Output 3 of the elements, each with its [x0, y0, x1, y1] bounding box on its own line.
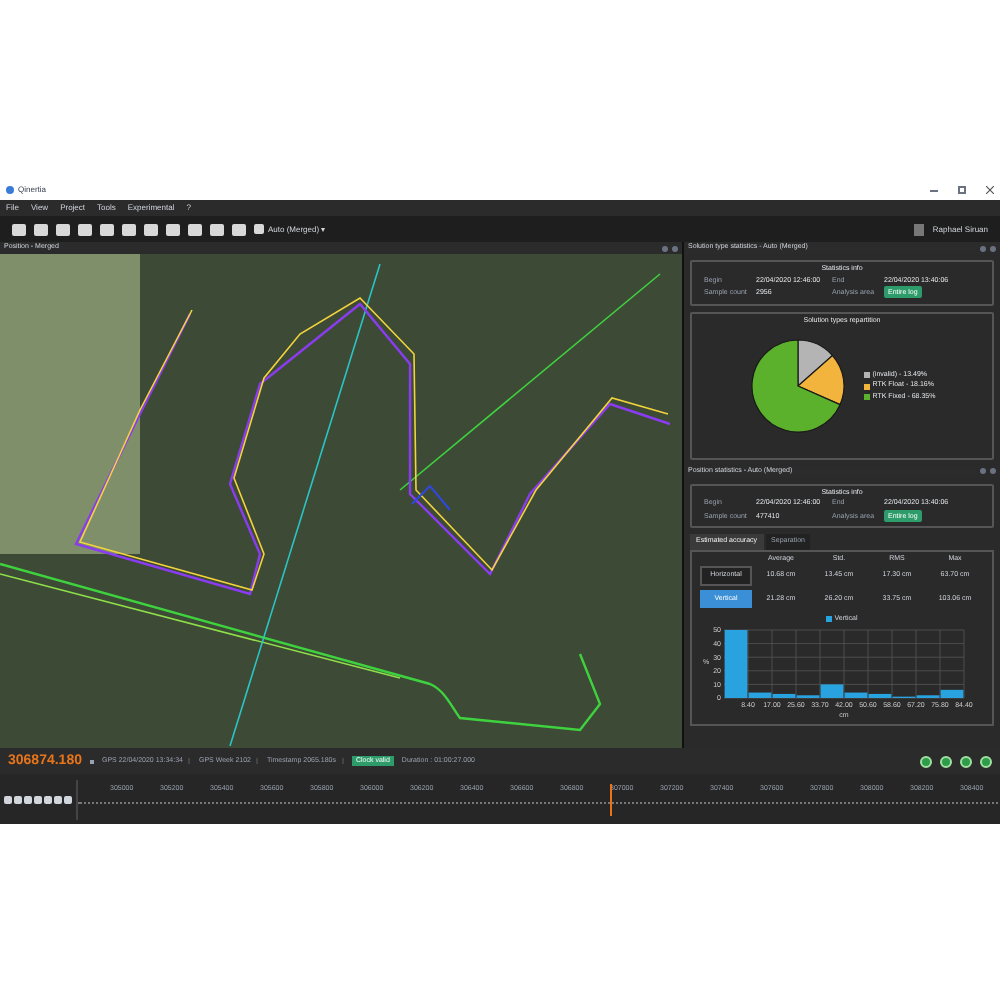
minimize-icon[interactable]	[930, 189, 938, 191]
app-logo-icon	[6, 186, 14, 194]
maximize-icon[interactable]	[958, 186, 966, 194]
